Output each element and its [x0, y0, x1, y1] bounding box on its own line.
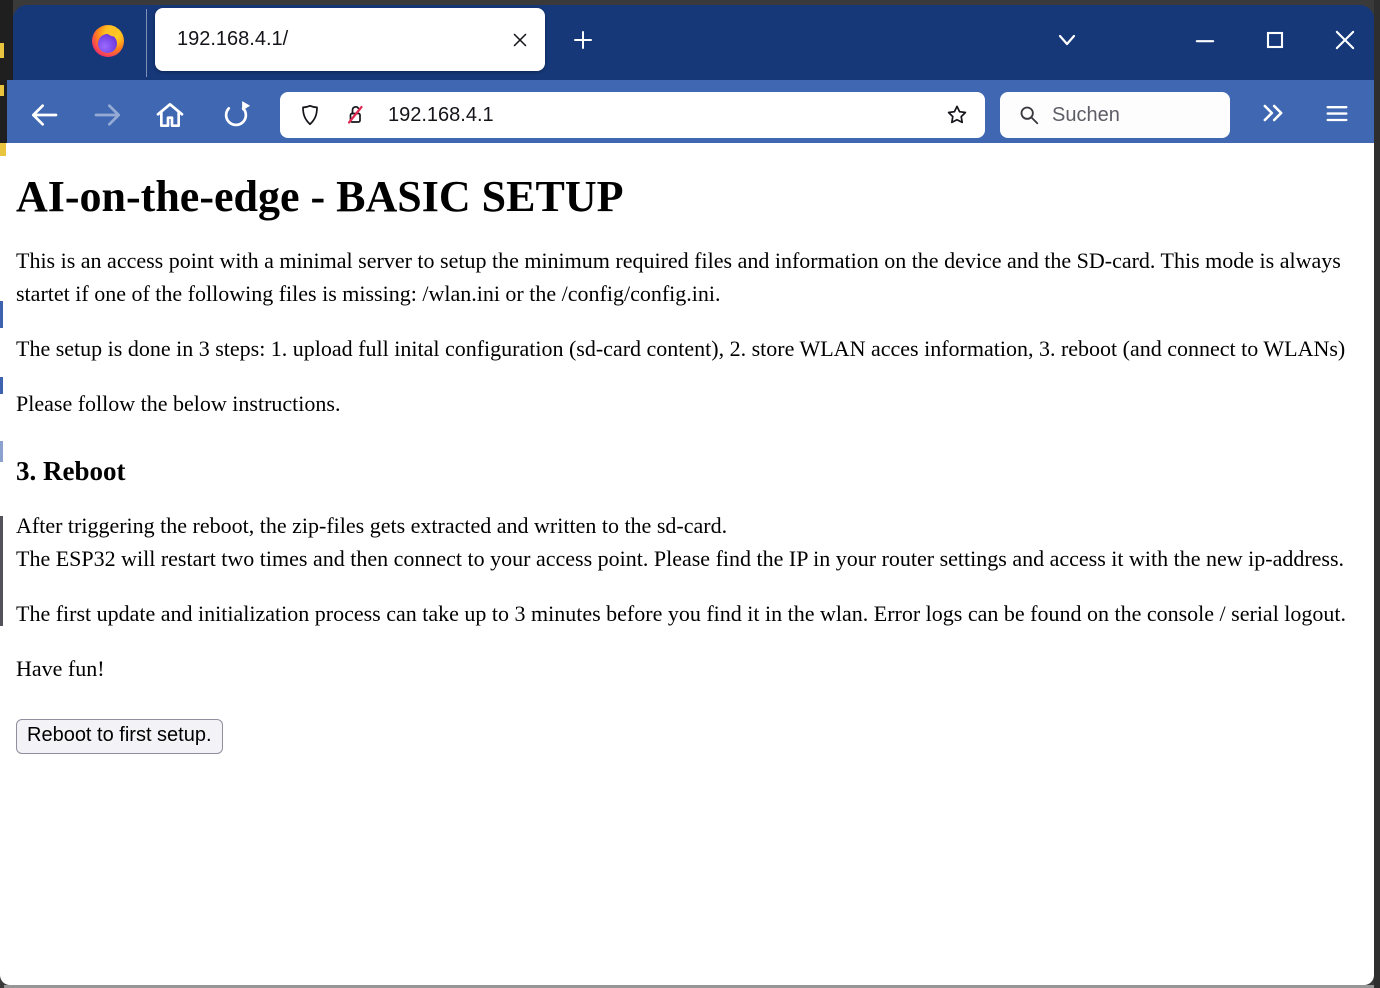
intro-paragraph-2: The setup is done in 3 steps: 1. upload …: [16, 332, 1358, 365]
background-window-fragment: [0, 301, 3, 328]
search-placeholder: Suchen: [1052, 92, 1120, 138]
background-window-fragment: [0, 85, 4, 96]
background-window-fragment: [0, 377, 3, 394]
reboot-button[interactable]: Reboot to first setup.: [16, 719, 223, 754]
url-text[interactable]: 192.168.4.1: [388, 92, 494, 138]
bookmark-star-icon[interactable]: [945, 103, 969, 127]
list-tabs-chevron-icon[interactable]: [1055, 28, 1079, 52]
tab-bar: 192.168.4.1/: [13, 5, 1374, 80]
menu-hamburger-icon[interactable]: [1323, 99, 1351, 127]
tracking-protection-shield-icon[interactable]: [298, 103, 322, 127]
back-button[interactable]: [28, 99, 60, 131]
tab-title: 192.168.4.1/: [177, 8, 288, 71]
closing-paragraph: Have fun!: [16, 652, 1358, 685]
overflow-chevrons-icon[interactable]: [1259, 99, 1287, 127]
background-window-fragment: [0, 516, 3, 626]
reload-button[interactable]: [220, 99, 252, 131]
desktop-edge-top: [0, 0, 1380, 5]
background-window-fragment: [0, 143, 6, 156]
intro-paragraph-3: Please follow the below instructions.: [16, 387, 1358, 420]
reboot-paragraph-line-1: After triggering the reboot, the zip-fil…: [16, 513, 727, 538]
background-window-fragment: [0, 43, 4, 58]
close-button[interactable]: [1331, 26, 1359, 54]
forward-button[interactable]: [92, 99, 124, 131]
intro-paragraph-1: This is an access point with a minimal s…: [16, 244, 1358, 310]
navigation-toolbar: 192.168.4.1 Suchen: [7, 80, 1374, 143]
reboot-paragraph: After triggering the reboot, the zip-fil…: [16, 509, 1358, 575]
firefox-icon[interactable]: [92, 25, 124, 57]
page-title: AI-on-the-edge - BASIC SETUP: [16, 171, 1358, 222]
reboot-paragraph-line-2: The ESP32 will restart two times and the…: [16, 546, 1344, 571]
url-bar[interactable]: 192.168.4.1: [280, 92, 985, 138]
new-tab-button[interactable]: [571, 28, 595, 52]
tab-close-icon[interactable]: [509, 29, 531, 51]
desktop-edge-left: [0, 0, 13, 80]
active-tab[interactable]: 192.168.4.1/: [155, 8, 545, 71]
desktop-edge-right: [1374, 0, 1380, 988]
section-heading: 3. Reboot: [16, 456, 1358, 487]
minimize-button[interactable]: [1191, 26, 1219, 54]
search-box[interactable]: Suchen: [1000, 92, 1230, 138]
home-button[interactable]: [154, 99, 186, 131]
note-paragraph: The first update and initialization proc…: [16, 597, 1358, 630]
page-content: AI-on-the-edge - BASIC SETUP This is an …: [0, 143, 1374, 985]
search-icon: [1018, 104, 1040, 126]
background-window-fragment: [0, 441, 3, 462]
tab-separator: [146, 9, 147, 77]
insecure-lock-slash-icon[interactable]: [343, 103, 367, 127]
maximize-button[interactable]: [1261, 26, 1289, 54]
